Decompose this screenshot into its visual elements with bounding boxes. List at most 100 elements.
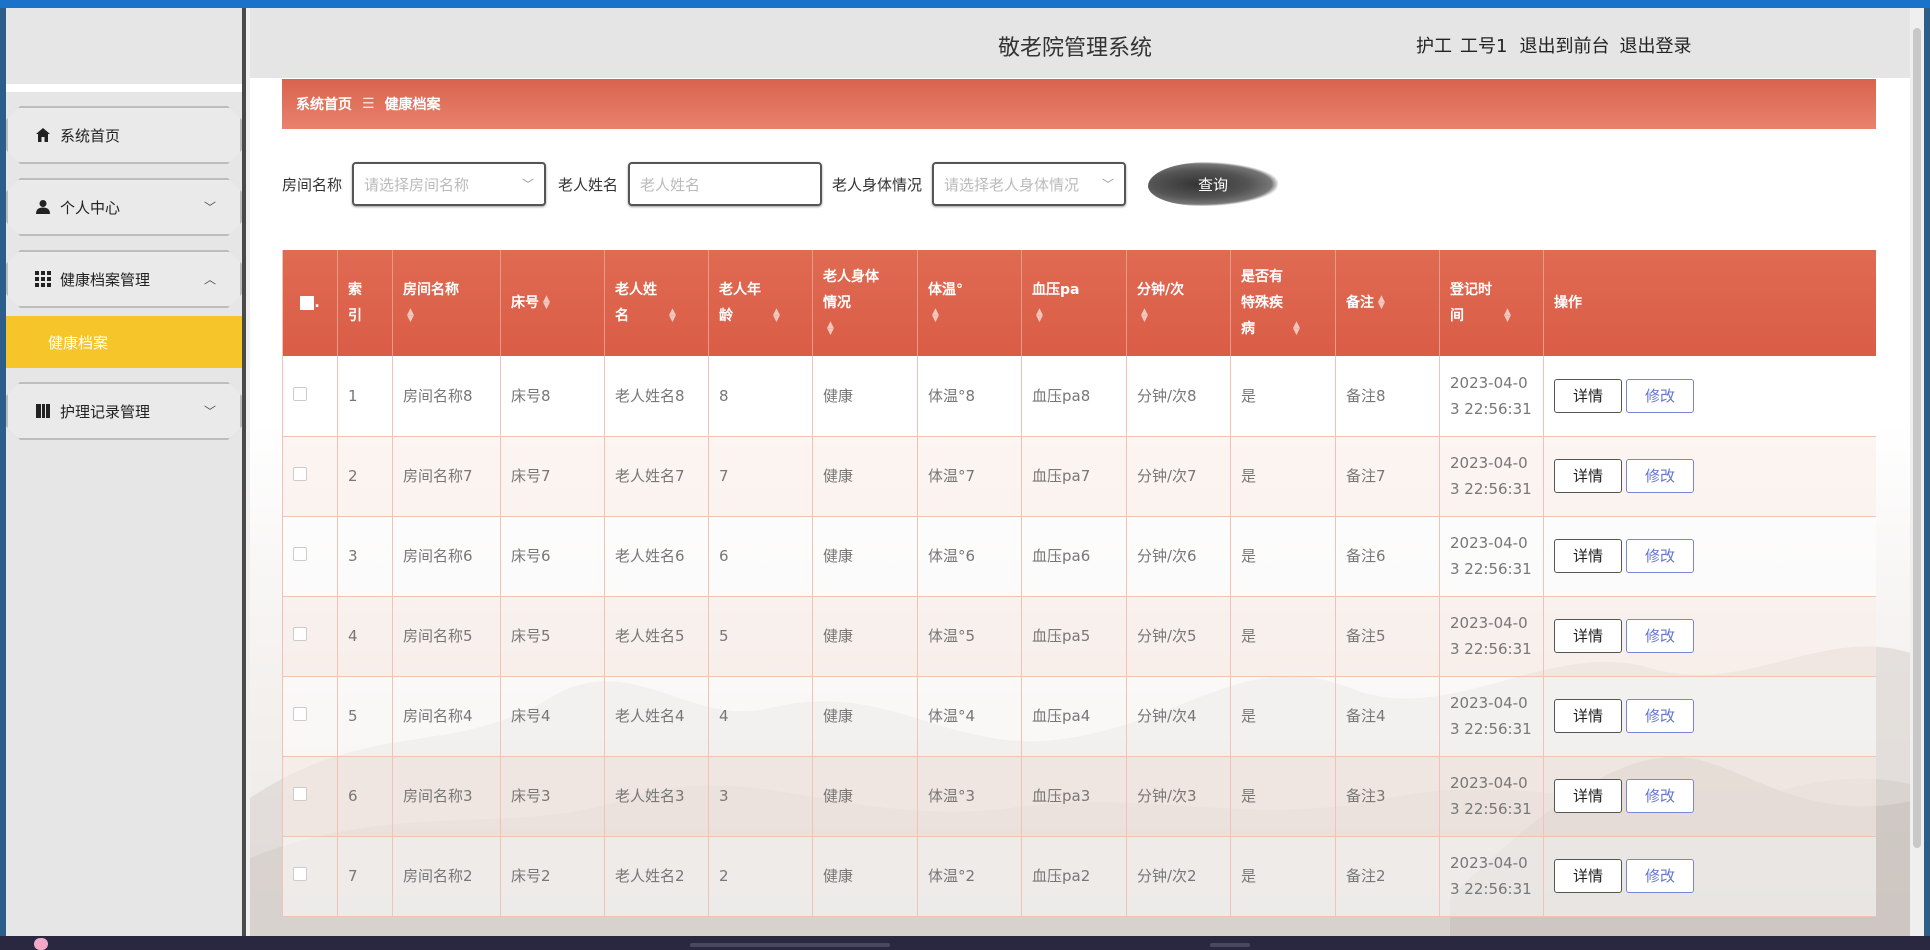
table-cell-room: 房间名称7 — [392, 436, 501, 517]
app-window: 系统首页 个人中心 ﹀ 健康档案管理 ︿ 健康档案 护理记录管理 ﹀ 敬老院管理… — [6, 8, 1924, 936]
edit-button[interactable]: 修改 — [1626, 699, 1694, 733]
sidebar-item-health-records-mgmt[interactable]: 健康档案管理 ︿ — [6, 250, 242, 308]
breadcrumb-home[interactable]: 系统首页 — [296, 94, 352, 114]
detail-button[interactable]: 详情 — [1554, 619, 1622, 653]
table-cell-time: 2023-04-0 3 22:56:31 — [1439, 516, 1544, 597]
table-row: 3 房间名称6 床号6 老人姓名6 6 健康 体温°6 血压pa6 分钟/次6 是备注6 2023-… — [282, 516, 1876, 597]
col-disease[interactable]: 是否有特殊疾病 ▲ ▼ — [1230, 250, 1336, 356]
detail-button[interactable]: 详情 — [1554, 378, 1622, 413]
sort-icon[interactable]: ▲ ▼ — [1504, 308, 1511, 324]
table-cell-actions: 详情 修改 — [1543, 756, 1876, 837]
col-note[interactable]: 备注 ▲ ▼ — [1335, 250, 1440, 356]
table-cell-disease: 是 — [1230, 356, 1336, 437]
sort-icon[interactable]: ▲ ▼ — [1141, 308, 1148, 324]
table-row: 7 房间名称2 床号2 老人姓名2 2 健康 体温°2 血压pa2 分钟/次2 是备注2 2023-… — [282, 836, 1876, 917]
sort-icon[interactable]: ▲ ▼ — [932, 308, 939, 324]
breadcrumb-current: 健康档案 — [384, 97, 441, 113]
room-select[interactable]: 请选择房间名称 ﹀ — [352, 162, 547, 206]
col-room[interactable]: 房间名称 ▲ ▼ — [392, 250, 501, 356]
sidebar-item-care-records-mgmt[interactable]: 护理记录管理 ﹀ — [6, 382, 242, 440]
table-cell-rate: 分钟/次7 — [1126, 436, 1231, 517]
table-header-row: . 索引 房间名称 ▲ ▼ 床号 ▲ ▼ 老人姓名 ▲ ▼ 老人年龄 ▲ ▼ 老人身体情况 ▲ ▼ … — [282, 250, 1876, 356]
row-checkbox[interactable] — [293, 707, 307, 721]
time-line-2: 3 22:56:31 — [1450, 720, 1532, 738]
table-cell-room: 房间名称5 — [392, 596, 501, 677]
edit-button[interactable]: 修改 — [1626, 378, 1694, 413]
vertical-scrollbar[interactable] — [1910, 8, 1924, 936]
table-row: 5 房间名称4 床号4 老人姓名4 4 健康 体温°4 血压pa4 分钟/次4 是备注4 2023-… — [282, 676, 1876, 757]
table-cell-room: 房间名称6 — [392, 516, 501, 597]
row-checkbox[interactable] — [293, 627, 307, 641]
row-checkbox[interactable] — [293, 467, 307, 481]
row-checkbox[interactable] — [293, 787, 307, 801]
table-cell-note: 备注3 — [1335, 756, 1440, 837]
sidebar-subitem-health-records[interactable]: 健康档案 — [6, 316, 242, 368]
table-cell-note: 备注7 — [1335, 436, 1440, 517]
table-cell-disease: 是 — [1230, 596, 1336, 677]
detail-button[interactable]: 详情 — [1554, 779, 1622, 813]
select-all-checkbox[interactable]: . — [282, 250, 338, 356]
col-index[interactable]: 索引 — [337, 250, 393, 356]
table-cell-actions: 详情 修改 — [1543, 676, 1876, 757]
row-checkbox[interactable] — [293, 547, 307, 561]
col-name[interactable]: 老人姓名 ▲ ▼ — [604, 250, 709, 356]
row-checkbox[interactable] — [293, 386, 307, 401]
name-input[interactable]: 老人姓名 — [628, 162, 823, 206]
sort-icon[interactable]: ▲ ▼ — [1293, 321, 1300, 337]
edit-button[interactable]: 修改 — [1626, 459, 1694, 493]
table-cell-rate: 分钟/次2 — [1126, 836, 1231, 917]
col-age[interactable]: 老人年龄 ▲ ▼ — [708, 250, 813, 356]
taskbar-app-icon[interactable] — [34, 938, 48, 950]
back-to-front-link[interactable]: 退出到前台 — [1519, 32, 1609, 58]
sort-icon[interactable]: ▲ ▼ — [669, 308, 676, 324]
edit-button[interactable]: 修改 — [1626, 619, 1694, 653]
sort-icon[interactable]: ▲ ▼ — [827, 321, 834, 337]
col-temp[interactable]: 体温° ▲ ▼ — [917, 250, 1022, 356]
col-health[interactable]: 老人身体情况 ▲ ▼ — [812, 250, 918, 356]
sort-icon[interactable]: ▲ ▼ — [543, 295, 550, 311]
row-checkbox-cell — [282, 356, 338, 437]
table-cell-name: 老人姓名8 — [604, 356, 709, 437]
table-cell-note: 备注2 — [1335, 836, 1440, 917]
detail-button[interactable]: 详情 — [1554, 459, 1622, 493]
edit-button[interactable]: 修改 — [1626, 779, 1694, 813]
sort-icon[interactable]: ▲ ▼ — [773, 308, 780, 324]
table-cell-actions: 详情 修改 — [1543, 356, 1876, 437]
sidebar-item-label: 健康档案管理 — [60, 270, 151, 289]
table-cell-time: 2023-04-0 3 22:56:31 — [1439, 436, 1544, 517]
table-cell-bp: 血压pa7 — [1021, 436, 1127, 517]
sort-icon[interactable]: ▲ ▼ — [1378, 295, 1385, 311]
sidebar-item-home[interactable]: 系统首页 — [6, 106, 242, 164]
table-cell-index: 3 — [337, 516, 393, 597]
table-cell-temp: 体温°3 — [917, 756, 1022, 837]
chevron-down-icon: ﹀ — [203, 404, 216, 419]
col-bed[interactable]: 床号 ▲ ▼ — [500, 250, 605, 356]
col-time[interactable]: 登记时间 ▲ ▼ — [1439, 250, 1544, 356]
col-rate[interactable]: 分钟/次 ▲ ▼ — [1126, 250, 1231, 356]
health-select[interactable]: 请选择老人身体情况 ﹀ — [932, 162, 1127, 206]
query-button[interactable]: 查询 — [1148, 162, 1279, 206]
taskbar-item[interactable] — [690, 943, 890, 947]
taskbar-item[interactable] — [1210, 943, 1250, 947]
detail-button[interactable]: 详情 — [1554, 859, 1622, 893]
sort-icon[interactable]: ▲ ▼ — [407, 308, 414, 324]
table-cell-bed: 床号6 — [500, 516, 605, 597]
col-bp[interactable]: 血压pa ▲ ▼ — [1021, 250, 1127, 356]
table-cell-age: 2 — [708, 836, 813, 917]
table-cell-note: 备注4 — [1335, 676, 1440, 757]
table-cell-actions: 详情 修改 — [1543, 436, 1876, 517]
table-cell-index: 4 — [337, 596, 393, 677]
sidebar-logo-area — [6, 8, 242, 92]
app-title: 敬老院管理系统 — [998, 36, 1153, 61]
logout-link[interactable]: 退出登录 — [1619, 32, 1691, 58]
detail-button[interactable]: 详情 — [1554, 539, 1622, 573]
edit-button[interactable]: 修改 — [1626, 539, 1694, 573]
row-checkbox[interactable] — [293, 867, 307, 881]
time-line-1: 2023-04-0 — [1450, 854, 1528, 872]
detail-button[interactable]: 详情 — [1554, 699, 1622, 733]
table-cell-room: 房间名称2 — [392, 836, 501, 917]
sort-icon[interactable]: ▲ ▼ — [1036, 308, 1043, 324]
sidebar-item-personal[interactable]: 个人中心 ﹀ — [6, 178, 242, 236]
edit-button[interactable]: 修改 — [1626, 859, 1694, 893]
scrollbar-thumb[interactable] — [1913, 28, 1921, 848]
